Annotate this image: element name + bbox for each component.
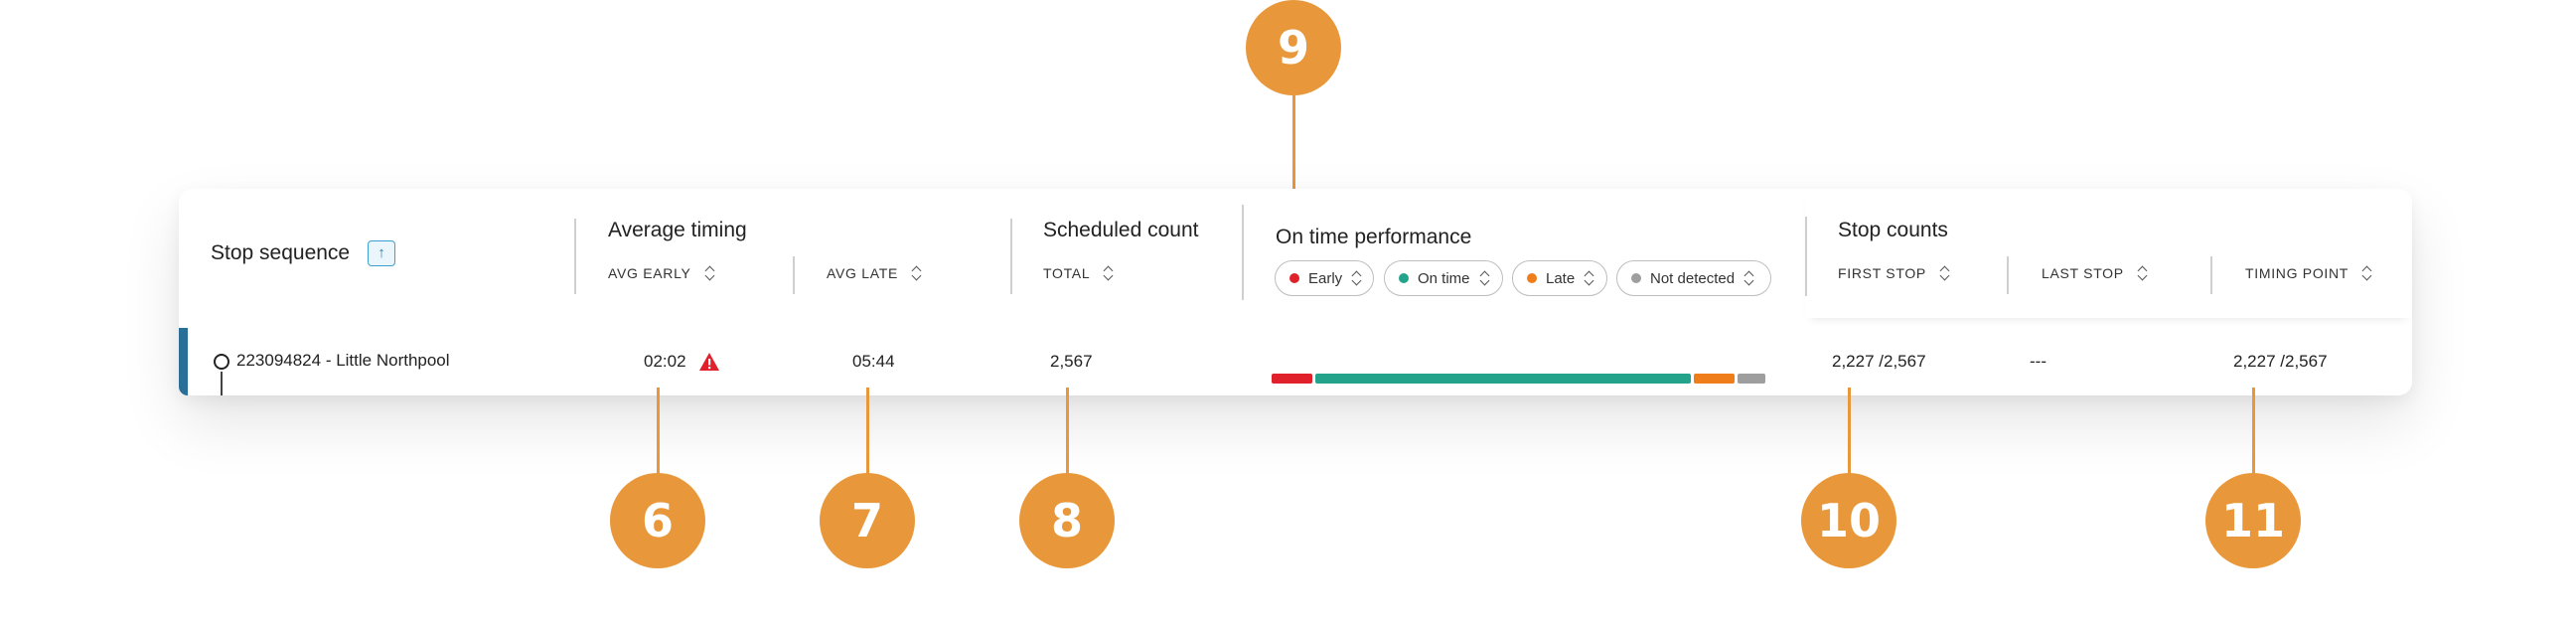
table-header bbox=[179, 189, 1805, 328]
not-detected-dot-icon bbox=[1631, 273, 1641, 283]
avg-early-label: AVG EARLY bbox=[608, 265, 691, 281]
performance-bar-not-detected bbox=[1738, 374, 1765, 384]
column-divider bbox=[1805, 217, 1807, 296]
callout-9: 9 bbox=[1246, 0, 1341, 95]
performance-bar-on-time bbox=[1315, 374, 1692, 384]
avg-early-header[interactable]: AVG EARLY bbox=[608, 265, 715, 281]
filter-not-detected-label: Not detected bbox=[1650, 269, 1736, 287]
callout-8: 8 bbox=[1019, 473, 1115, 568]
sort-icon[interactable] bbox=[2362, 266, 2372, 280]
sort-icon[interactable] bbox=[912, 266, 922, 280]
scheduled-count-header: Scheduled count bbox=[1043, 219, 1199, 241]
avg-late-header[interactable]: AVG LATE bbox=[827, 265, 922, 281]
callout-11-leader bbox=[2252, 388, 2255, 475]
sort-icon[interactable] bbox=[2138, 266, 2148, 280]
callout-6: 6 bbox=[610, 473, 705, 568]
sort-icon[interactable] bbox=[705, 266, 715, 280]
stop-connector bbox=[221, 372, 223, 395]
column-divider bbox=[2007, 256, 2009, 294]
last-stop-header[interactable]: LAST STOP bbox=[2042, 265, 2148, 281]
column-divider bbox=[1242, 205, 1244, 300]
filter-early[interactable]: Early bbox=[1275, 260, 1374, 296]
callout-9-leader bbox=[1292, 95, 1295, 197]
column-divider bbox=[793, 256, 795, 294]
callout-7-leader bbox=[866, 388, 869, 475]
row-accent-bar bbox=[179, 328, 188, 395]
callout-10: 10 bbox=[1801, 473, 1896, 568]
filter-not-detected[interactable]: Not detected bbox=[1616, 260, 1771, 296]
arrow-up-icon[interactable]: ↑ bbox=[368, 240, 395, 266]
callout-8-leader bbox=[1066, 388, 1069, 475]
filter-early-label: Early bbox=[1308, 269, 1343, 287]
column-divider bbox=[574, 219, 576, 294]
scheduled-total-value: 2,567 bbox=[1050, 352, 1093, 371]
avg-late-value: 05:44 bbox=[852, 352, 895, 371]
first-stop-value: 2,227 /2,567 bbox=[1832, 352, 1926, 371]
sort-icon[interactable] bbox=[1352, 271, 1362, 285]
early-dot-icon bbox=[1289, 273, 1299, 283]
timing-point-value: 2,227 /2,567 bbox=[2233, 352, 2328, 371]
stop-counts-header: Stop counts bbox=[1838, 219, 1948, 241]
filter-late[interactable]: Late bbox=[1512, 260, 1607, 296]
total-header[interactable]: TOTAL bbox=[1043, 265, 1114, 281]
avg-late-label: AVG LATE bbox=[827, 265, 898, 281]
sort-icon[interactable] bbox=[1104, 266, 1114, 280]
on-time-performance-header: On time performance bbox=[1276, 226, 1472, 248]
performance-bar-early bbox=[1272, 374, 1313, 384]
callout-11: 11 bbox=[2205, 473, 2301, 568]
average-timing-header: Average timing bbox=[608, 219, 747, 241]
table-row[interactable] bbox=[179, 328, 2412, 395]
filter-on-time[interactable]: On time bbox=[1384, 260, 1503, 296]
sort-icon[interactable] bbox=[1480, 271, 1490, 285]
filter-on-time-label: On time bbox=[1418, 269, 1470, 287]
stop-sequence-header: Stop sequence bbox=[211, 241, 351, 264]
stop-name[interactable]: 223094824 - Little Northpool bbox=[236, 351, 450, 371]
first-stop-header[interactable]: FIRST STOP bbox=[1838, 265, 1950, 281]
column-divider bbox=[1010, 219, 1012, 294]
avg-early-value: 02:02 bbox=[644, 352, 686, 371]
sort-icon[interactable] bbox=[1744, 271, 1754, 285]
last-stop-label: LAST STOP bbox=[2042, 265, 2124, 281]
callout-10-leader bbox=[1848, 388, 1851, 475]
sort-icon[interactable] bbox=[1585, 271, 1594, 285]
performance-bar-late bbox=[1694, 374, 1736, 384]
stop-node-icon bbox=[214, 354, 229, 370]
callout-6-leader bbox=[657, 388, 660, 475]
column-divider bbox=[2210, 256, 2212, 294]
late-dot-icon bbox=[1527, 273, 1537, 283]
callout-7: 7 bbox=[820, 473, 915, 568]
on-time-dot-icon bbox=[1399, 273, 1409, 283]
total-label: TOTAL bbox=[1043, 265, 1091, 281]
warning-icon bbox=[699, 353, 719, 371]
filter-late-label: Late bbox=[1546, 269, 1576, 287]
timing-point-header[interactable]: TIMING POINT bbox=[2245, 265, 2372, 281]
table-header-stop-counts bbox=[1805, 189, 2412, 318]
timing-point-label: TIMING POINT bbox=[2245, 265, 2349, 281]
stop-table-card: Stop sequence ↑ Average timing AVG EARLY… bbox=[179, 189, 2412, 395]
last-stop-value: --- bbox=[2030, 352, 2046, 371]
first-stop-label: FIRST STOP bbox=[1838, 265, 1926, 281]
sort-icon[interactable] bbox=[1940, 266, 1950, 280]
